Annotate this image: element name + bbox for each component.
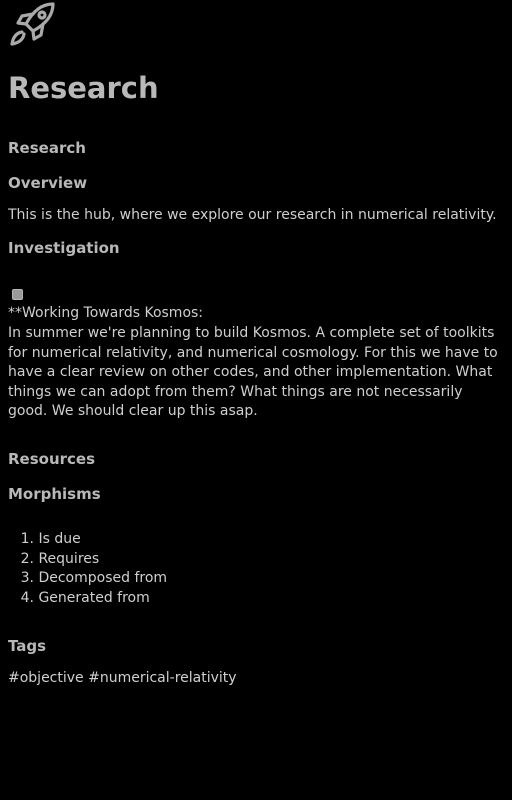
list-item[interactable]: 4. Generated from	[8, 589, 167, 609]
page: Research Research Overview This is the h…	[0, 0, 512, 800]
section-heading-morphisms: Morphisms	[8, 485, 101, 503]
list-item[interactable]: 2. Requires	[8, 550, 167, 570]
list-item-label: Generated from	[38, 590, 150, 607]
section-heading-investigation: Investigation	[8, 239, 120, 257]
list-item-number: 4.	[20, 590, 34, 607]
page-title: Research	[8, 71, 159, 105]
tags-list[interactable]: #objective #numerical-relativity	[8, 669, 237, 689]
list-item[interactable]: 1. Is due	[8, 530, 167, 550]
overview-text: This is the hub, where we explore our re…	[8, 207, 497, 223]
section-heading-tags: Tags	[8, 637, 47, 655]
list-item-label: Is due	[38, 531, 81, 547]
section-heading-overview: Overview	[8, 174, 88, 192]
list-item-label: Decomposed from	[38, 570, 168, 587]
task-checkbox[interactable]	[12, 289, 23, 300]
list-item[interactable]: 3. Decomposed from	[8, 569, 167, 589]
task-title: **Working Towards Kosmos:	[8, 305, 204, 321]
section-heading-resources: Resources	[8, 450, 96, 468]
list-item-number: 3.	[20, 570, 34, 587]
task-body: In summer we're planning to build Kosmos…	[8, 325, 498, 419]
rocket-icon[interactable]	[9, 2, 55, 46]
list-item-label: Requires	[38, 550, 100, 567]
list-item-number: 2.	[20, 550, 34, 567]
list-item-number: 1.	[20, 531, 34, 547]
section-heading-research: Research	[8, 139, 86, 157]
morphisms-list: 1. Is due 2. Requires 3. Decomposed from…	[8, 530, 167, 609]
